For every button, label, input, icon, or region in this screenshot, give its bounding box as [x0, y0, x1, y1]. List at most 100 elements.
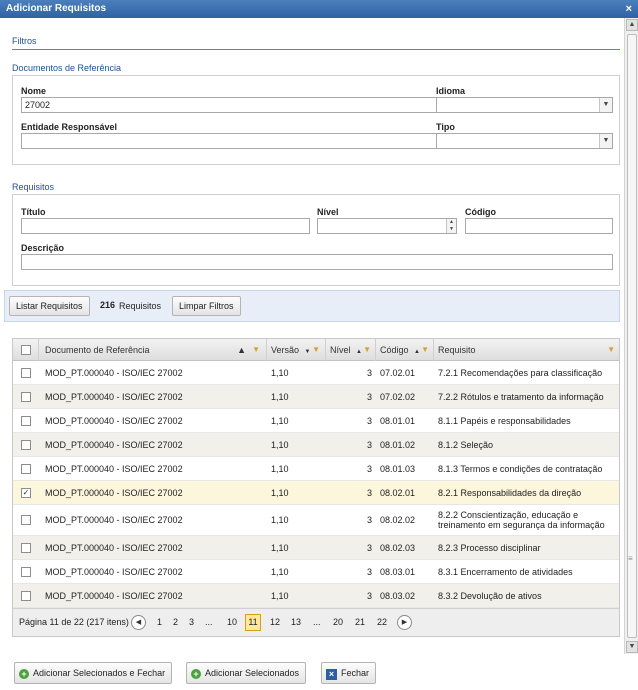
- filter-icon[interactable]: ▼: [421, 339, 429, 361]
- page-link[interactable]: 22: [377, 617, 387, 627]
- scroll-down-icon[interactable]: ▼: [626, 641, 638, 653]
- codigo-input[interactable]: [465, 218, 613, 234]
- page-link[interactable]: 12: [270, 617, 280, 627]
- header-versao-label: Versão: [271, 345, 300, 355]
- chevron-down-icon[interactable]: ▼: [599, 134, 612, 148]
- table-row[interactable]: MOD_PT.000040 - ISO/IEC 27002 1,10 3 08.…: [13, 457, 619, 481]
- page-link[interactable]: 10: [227, 617, 237, 627]
- cell-requisito: 8.1.1 Papéis e responsabilidades: [438, 415, 571, 426]
- page-ellipsis[interactable]: ...: [313, 617, 321, 627]
- header-doc[interactable]: Documento de Referência ▲ ▼: [39, 339, 267, 361]
- table-row[interactable]: MOD_PT.000040 - ISO/IEC 27002 1,10 3 08.…: [13, 433, 619, 457]
- nivel-stepper[interactable]: ▲ ▼: [317, 218, 457, 234]
- select-all-checkbox[interactable]: [21, 345, 31, 355]
- row-checkbox[interactable]: [21, 463, 31, 474]
- table-row[interactable]: MOD_PT.000040 - ISO/IEC 27002 1,10 3 08.…: [13, 560, 619, 584]
- row-checkbox[interactable]: [21, 439, 31, 450]
- docs-panel: Nome 27002 Idioma ▼ Entidade Responsável…: [12, 75, 620, 165]
- row-checkbox-checked[interactable]: ✓: [21, 487, 31, 498]
- dialog-content: Filtros Documentos de Referência Nome 27…: [0, 18, 624, 654]
- close-icon[interactable]: ×: [626, 0, 632, 18]
- add-selected-button[interactable]: + Adicionar Selecionados: [186, 662, 307, 684]
- table-row[interactable]: MOD_PT.000040 - ISO/IEC 27002 1,10 3 08.…: [13, 536, 619, 560]
- page-link[interactable]: 3: [189, 617, 194, 627]
- reqs-panel: Título Nível ▲ ▼ Código Descrição: [12, 194, 620, 286]
- cell-doc: MOD_PT.000040 - ISO/IEC 27002: [45, 367, 183, 378]
- descricao-input[interactable]: [21, 254, 613, 270]
- cell-doc: MOD_PT.000040 - ISO/IEC 27002: [45, 487, 183, 498]
- vertical-scrollbar[interactable]: ▲ ≡ ▼: [624, 18, 638, 654]
- cell-codigo: 08.03.02: [380, 590, 416, 601]
- scroll-thumb[interactable]: [627, 34, 637, 638]
- table-row-selected[interactable]: ✓ MOD_PT.000040 - ISO/IEC 27002 1,10 3 0…: [13, 481, 619, 505]
- requisitos-count: 216: [100, 300, 116, 310]
- cell-versao: 1,10: [271, 590, 289, 601]
- row-checkbox[interactable]: [21, 566, 31, 577]
- cell-requisito: 8.2.3 Processo disciplinar: [438, 542, 541, 553]
- fechar-button[interactable]: × Fechar: [321, 662, 377, 684]
- table-row[interactable]: MOD_PT.000040 - ISO/IEC 27002 1,10 3 08.…: [13, 505, 619, 536]
- tipo-select[interactable]: ▼: [436, 133, 613, 149]
- header-versao[interactable]: Versão ▼ ▼: [267, 339, 326, 361]
- table-row[interactable]: MOD_PT.000040 - ISO/IEC 27002 1,10 3 07.…: [13, 361, 619, 385]
- header-nivel-label: Nível: [330, 345, 351, 355]
- page-link[interactable]: 2: [173, 617, 178, 627]
- header-codigo[interactable]: Código ▲ ▼: [376, 339, 434, 361]
- nome-input[interactable]: 27002: [21, 97, 438, 113]
- next-page-icon[interactable]: ▶: [397, 615, 412, 630]
- cell-versao: 1,10: [271, 463, 289, 474]
- header-requisito[interactable]: Requisito ▼: [434, 339, 621, 361]
- stepper-arrows-icon[interactable]: ▲ ▼: [446, 219, 456, 233]
- row-checkbox[interactable]: [21, 515, 31, 525]
- page-link[interactable]: 1: [157, 617, 162, 627]
- row-checkbox[interactable]: [21, 415, 31, 426]
- page-link[interactable]: 20: [333, 617, 343, 627]
- cell-nivel: 3: [366, 566, 372, 577]
- table-row[interactable]: MOD_PT.000040 - ISO/IEC 27002 1,10 3 08.…: [13, 409, 619, 433]
- cell-codigo: 07.02.02: [380, 391, 416, 402]
- filter-icon[interactable]: ▼: [312, 339, 320, 361]
- scroll-up-icon[interactable]: ▲: [626, 19, 638, 31]
- prev-page-icon[interactable]: ◀: [131, 615, 146, 630]
- cell-nivel: 3: [366, 590, 372, 601]
- page-ellipsis[interactable]: ...: [205, 617, 213, 627]
- chevron-down-icon[interactable]: ▼: [599, 98, 612, 112]
- filter-icon[interactable]: ▼: [607, 339, 615, 361]
- fechar-label: Fechar: [341, 668, 370, 678]
- limpar-filtros-button[interactable]: Limpar Filtros: [172, 296, 241, 316]
- requisitos-count-label: Requisitos: [119, 301, 162, 311]
- row-checkbox[interactable]: [21, 391, 31, 402]
- sort-asc-icon[interactable]: ▲: [356, 349, 362, 355]
- filter-icon[interactable]: ▼: [363, 339, 371, 361]
- sort-asc-icon[interactable]: ▲: [414, 349, 420, 355]
- pager: Página 11 de 22 (217 itens) ◀ 1 2 3 ... …: [13, 608, 619, 636]
- row-checkbox[interactable]: [21, 367, 31, 378]
- add-selected-close-button[interactable]: + Adicionar Selecionados e Fechar: [14, 662, 173, 684]
- select-all-cell[interactable]: [13, 339, 39, 361]
- table-row[interactable]: MOD_PT.000040 - ISO/IEC 27002 1,10 3 07.…: [13, 385, 619, 409]
- cell-requisito: 8.3.2 Devolução de ativos: [438, 590, 542, 601]
- add-icon: +: [19, 669, 29, 679]
- table-row[interactable]: MOD_PT.000040 - ISO/IEC 27002 1,10 3 08.…: [13, 584, 619, 608]
- page-link[interactable]: 13: [291, 617, 301, 627]
- header-nivel[interactable]: Nível ▲ ▼: [326, 339, 376, 361]
- sort-asc-icon[interactable]: ▲: [237, 339, 246, 361]
- cell-nivel: 3: [366, 367, 372, 378]
- docs-heading: Documentos de Referência: [12, 63, 122, 73]
- filters-heading: Filtros: [12, 36, 37, 46]
- nome-label: Nome: [21, 86, 47, 96]
- window-title: Adicionar Requisitos: [6, 3, 107, 14]
- row-checkbox[interactable]: [21, 542, 31, 553]
- descricao-label: Descrição: [21, 243, 65, 253]
- page-link[interactable]: 21: [355, 617, 365, 627]
- cell-codigo: 08.01.03: [380, 463, 416, 474]
- entidade-input[interactable]: [21, 133, 438, 149]
- filter-icon[interactable]: ▼: [252, 339, 260, 361]
- row-checkbox[interactable]: [21, 590, 31, 601]
- cell-doc: MOD_PT.000040 - ISO/IEC 27002: [45, 566, 183, 577]
- titulo-input[interactable]: [21, 218, 310, 234]
- add-selected-close-label: Adicionar Selecionados e Fechar: [33, 668, 166, 678]
- idioma-select[interactable]: ▼: [436, 97, 613, 113]
- listar-requisitos-button[interactable]: Listar Requisitos: [9, 296, 90, 316]
- sort-desc-icon[interactable]: ▼: [305, 349, 311, 355]
